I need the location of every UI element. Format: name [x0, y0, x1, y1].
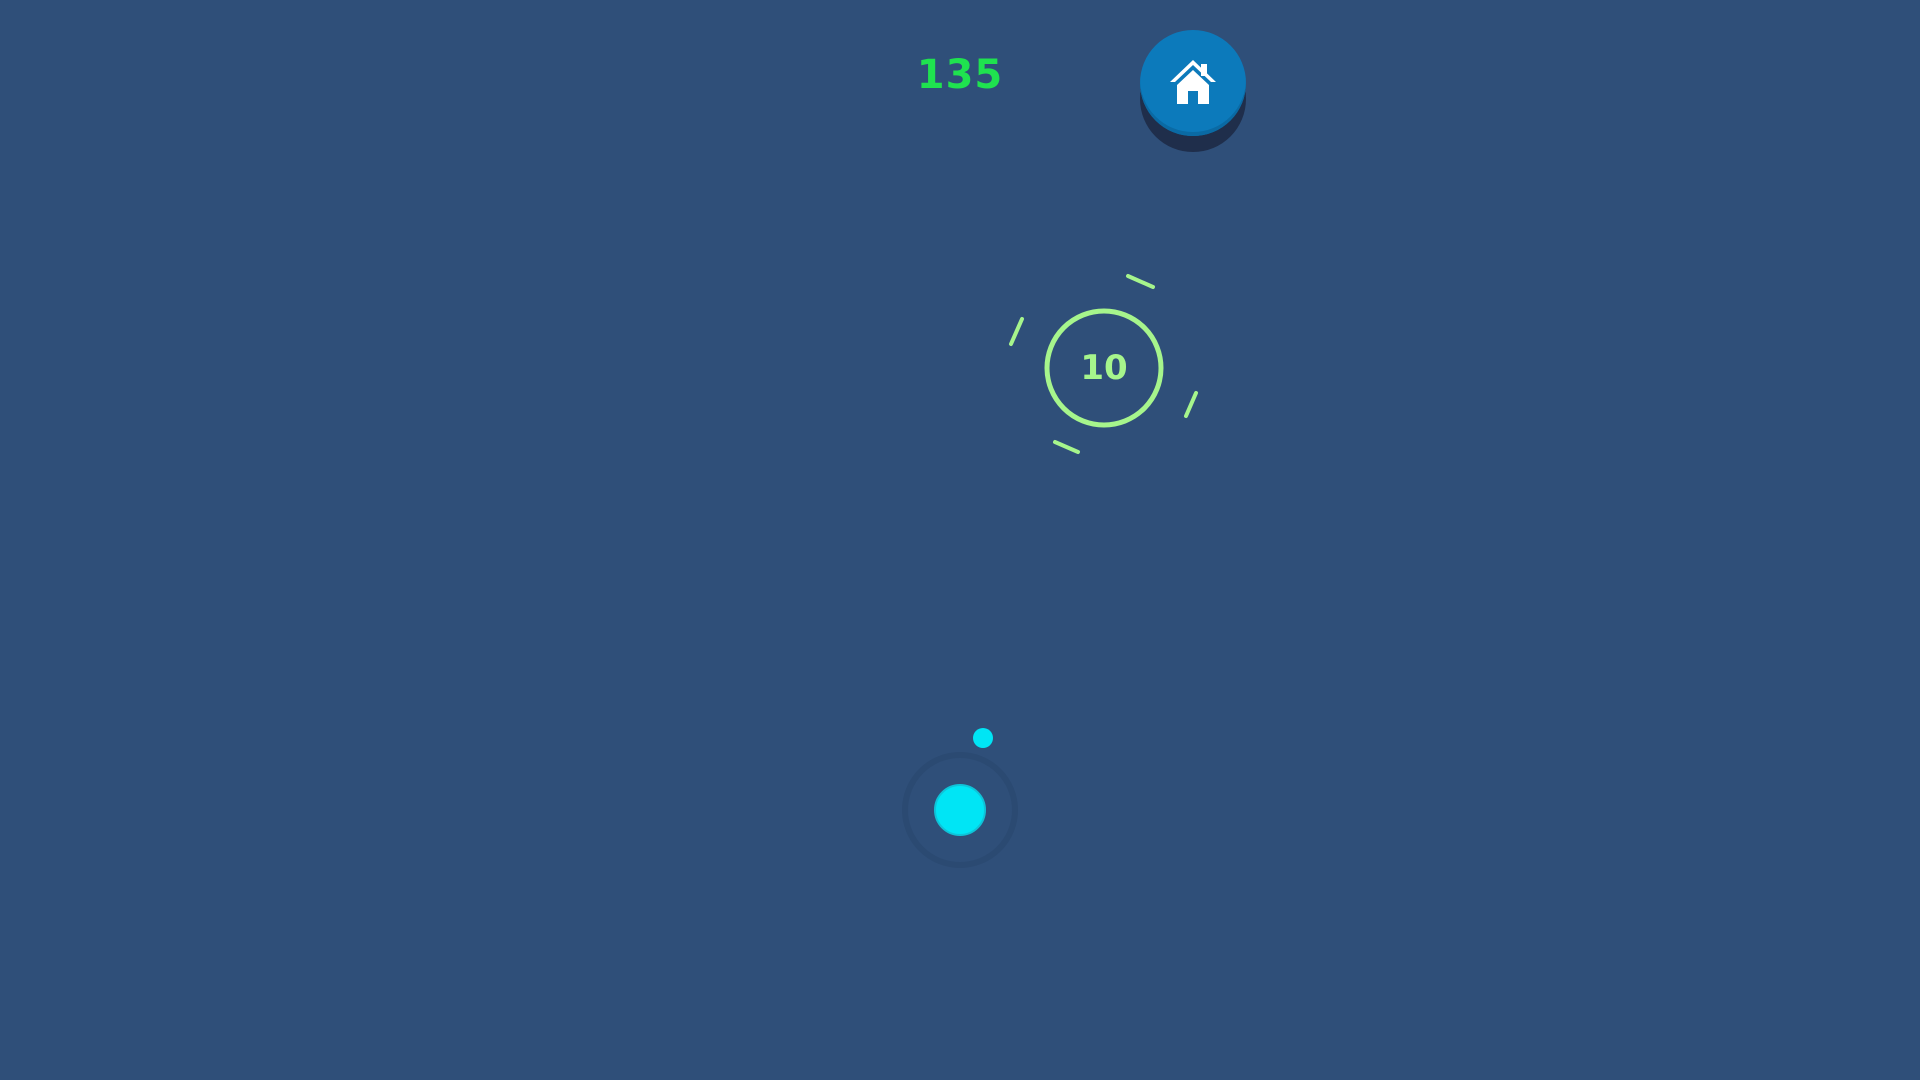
score-display: 135: [916, 52, 1004, 98]
player[interactable]: [902, 728, 1018, 868]
home-icon: [1170, 60, 1216, 104]
game-board[interactable]: [0, 0, 1920, 1080]
player-satellite: [973, 728, 993, 748]
player-orb: [934, 784, 986, 836]
target-dash: [1184, 391, 1198, 418]
target-value: 10: [1080, 348, 1128, 388]
home-button-face: [1140, 30, 1246, 136]
target-dash: [1053, 440, 1080, 454]
target-dash: [1126, 274, 1155, 289]
home-button[interactable]: [1140, 30, 1246, 152]
target-dash: [1009, 317, 1024, 346]
